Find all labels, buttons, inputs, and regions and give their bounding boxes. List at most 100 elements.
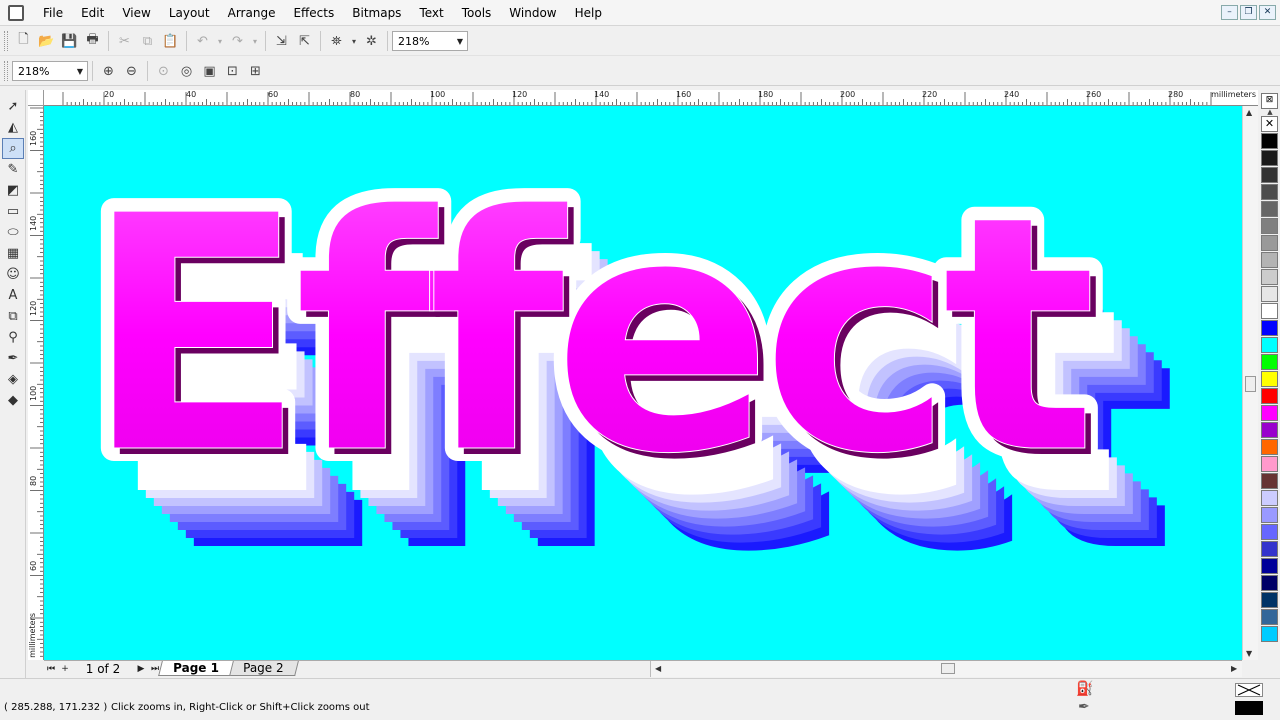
zoom-to-page-icon[interactable]: ▣ <box>199 61 220 82</box>
color-swatch[interactable] <box>1261 218 1278 234</box>
outline-color-swatch[interactable] <box>1235 701 1263 715</box>
color-swatch[interactable] <box>1261 473 1278 489</box>
zoom-out-icon[interactable]: ⊖ <box>121 61 142 82</box>
corel-online-icon[interactable]: ✲ <box>361 31 382 52</box>
color-swatch[interactable] <box>1261 575 1278 591</box>
freehand-tool-icon[interactable]: ✎ <box>2 159 24 180</box>
import-icon[interactable]: ⇲ <box>271 31 292 52</box>
paste-icon[interactable]: 📋 <box>160 31 181 52</box>
scroll-right-icon[interactable]: ▶ <box>1231 664 1237 673</box>
copy-icon[interactable]: ⧉ <box>137 31 158 52</box>
zoom-to-all-objects-icon[interactable]: ◎ <box>176 61 197 82</box>
open-icon[interactable]: 📂 <box>36 31 57 52</box>
application-launcher-icon[interactable]: ⛯ <box>326 31 347 52</box>
new-document-icon[interactable]: 🗋 <box>13 31 34 52</box>
no-color-swatch[interactable]: ✕ <box>1261 116 1278 132</box>
color-swatch[interactable] <box>1261 269 1278 285</box>
menu-text[interactable]: Text <box>410 0 452 26</box>
effect-text-face[interactable]: Effect <box>84 146 1107 526</box>
smart-fill-tool-icon[interactable]: ◩ <box>2 180 24 201</box>
zoom-to-selected-icon[interactable]: ⊙ <box>153 61 174 82</box>
toolbar-grip[interactable] <box>4 61 8 81</box>
color-swatch[interactable] <box>1261 184 1278 200</box>
color-swatch[interactable] <box>1261 286 1278 302</box>
color-swatch[interactable] <box>1261 626 1278 642</box>
menu-tools[interactable]: Tools <box>453 0 501 26</box>
menu-layout[interactable]: Layout <box>160 0 219 26</box>
rectangle-tool-icon[interactable]: ▭ <box>2 201 24 222</box>
menu-help[interactable]: Help <box>566 0 611 26</box>
ruler-origin-corner[interactable] <box>28 90 44 106</box>
outline-tool-icon[interactable]: ✒ <box>2 348 24 369</box>
print-icon[interactable]: 🖶 <box>82 31 103 52</box>
color-swatch[interactable] <box>1261 320 1278 336</box>
menu-bitmaps[interactable]: Bitmaps <box>343 0 410 26</box>
color-swatch[interactable] <box>1261 354 1278 370</box>
app-icon[interactable] <box>8 4 24 21</box>
color-swatch[interactable] <box>1261 558 1278 574</box>
color-swatch[interactable] <box>1261 133 1278 149</box>
basic-shapes-tool-icon[interactable]: ☺ <box>2 264 24 285</box>
color-swatch[interactable] <box>1261 456 1278 472</box>
close-button[interactable]: ✕ <box>1259 5 1276 20</box>
color-swatch[interactable] <box>1261 167 1278 183</box>
color-swatch[interactable] <box>1261 337 1278 353</box>
color-swatch[interactable] <box>1261 405 1278 421</box>
color-swatch[interactable] <box>1261 371 1278 387</box>
save-icon[interactable]: 💾 <box>59 31 80 52</box>
shape-tool-icon[interactable]: ◭ <box>2 117 24 138</box>
horizontal-scrollbar[interactable]: ◀ ▶ <box>650 661 1242 677</box>
menu-effects[interactable]: Effects <box>284 0 343 26</box>
interactive-blend-tool-icon[interactable]: ⧉ <box>2 306 24 327</box>
color-swatch[interactable] <box>1261 422 1278 438</box>
palette-scroll-up-icon[interactable]: ▲ <box>1260 109 1280 116</box>
color-swatch[interactable] <box>1261 235 1278 251</box>
vertical-scroll-thumb[interactable] <box>1245 376 1256 392</box>
graph-paper-tool-icon[interactable]: ▦ <box>2 243 24 264</box>
color-swatch[interactable] <box>1261 303 1278 319</box>
text-tool-icon[interactable]: A <box>2 285 24 306</box>
horizontal-ruler[interactable]: 20 40 60 80 100 120 140 160 180 200 220 … <box>44 90 1258 106</box>
color-swatch[interactable] <box>1261 507 1278 523</box>
color-swatch[interactable] <box>1261 201 1278 217</box>
minimize-button[interactable]: – <box>1221 5 1238 20</box>
redo-icon[interactable]: ↷ <box>227 31 248 52</box>
interactive-fill-tool-icon[interactable]: ◆ <box>2 390 24 411</box>
scroll-up-icon[interactable]: ▲ <box>1246 108 1252 117</box>
fill-color-swatch[interactable] <box>1235 683 1263 697</box>
pick-tool-icon[interactable]: ➚ <box>2 96 24 117</box>
color-swatch[interactable] <box>1261 439 1278 455</box>
add-page-icon[interactable]: + <box>58 662 72 676</box>
zoom-to-page-height-icon[interactable]: ⊞ <box>245 61 266 82</box>
scroll-left-icon[interactable]: ◀ <box>655 664 661 673</box>
restore-button[interactable]: ❐ <box>1240 5 1257 20</box>
menu-arrange[interactable]: Arrange <box>219 0 285 26</box>
tab-page-1[interactable]: Page 1 <box>158 661 234 676</box>
color-swatch[interactable] <box>1261 524 1278 540</box>
redo-dropdown-icon[interactable]: ▾ <box>250 31 260 52</box>
launcher-dropdown-icon[interactable]: ▾ <box>349 31 359 52</box>
menu-file[interactable]: File <box>34 0 72 26</box>
palette-menu-icon[interactable]: ⊠ <box>1261 93 1278 109</box>
menu-view[interactable]: View <box>113 0 159 26</box>
vertical-ruler[interactable]: 160 140 120 100 80 60 millimeters <box>28 106 44 660</box>
export-icon[interactable]: ⇱ <box>294 31 315 52</box>
color-swatch[interactable] <box>1261 609 1278 625</box>
horizontal-scroll-thumb[interactable] <box>941 663 955 674</box>
color-swatch[interactable] <box>1261 150 1278 166</box>
zoom-to-page-width-icon[interactable]: ⊡ <box>222 61 243 82</box>
eyedropper-tool-icon[interactable]: ⚲ <box>2 327 24 348</box>
color-swatch[interactable] <box>1261 490 1278 506</box>
ellipse-tool-icon[interactable]: ⬭ <box>2 222 24 243</box>
color-swatch[interactable] <box>1261 252 1278 268</box>
next-page-icon[interactable]: ▶ <box>134 662 148 676</box>
cut-icon[interactable]: ✂ <box>114 31 135 52</box>
toolbar-grip[interactable] <box>4 31 8 51</box>
fill-tool-icon[interactable]: ◈ <box>2 369 24 390</box>
color-swatch[interactable] <box>1261 388 1278 404</box>
zoom-levels-combo[interactable]: 218% ▼ <box>392 31 468 51</box>
property-zoom-combo[interactable]: 218% ▼ <box>12 61 88 81</box>
scroll-down-icon[interactable]: ▼ <box>1246 649 1252 658</box>
menu-edit[interactable]: Edit <box>72 0 113 26</box>
color-swatch[interactable] <box>1261 592 1278 608</box>
